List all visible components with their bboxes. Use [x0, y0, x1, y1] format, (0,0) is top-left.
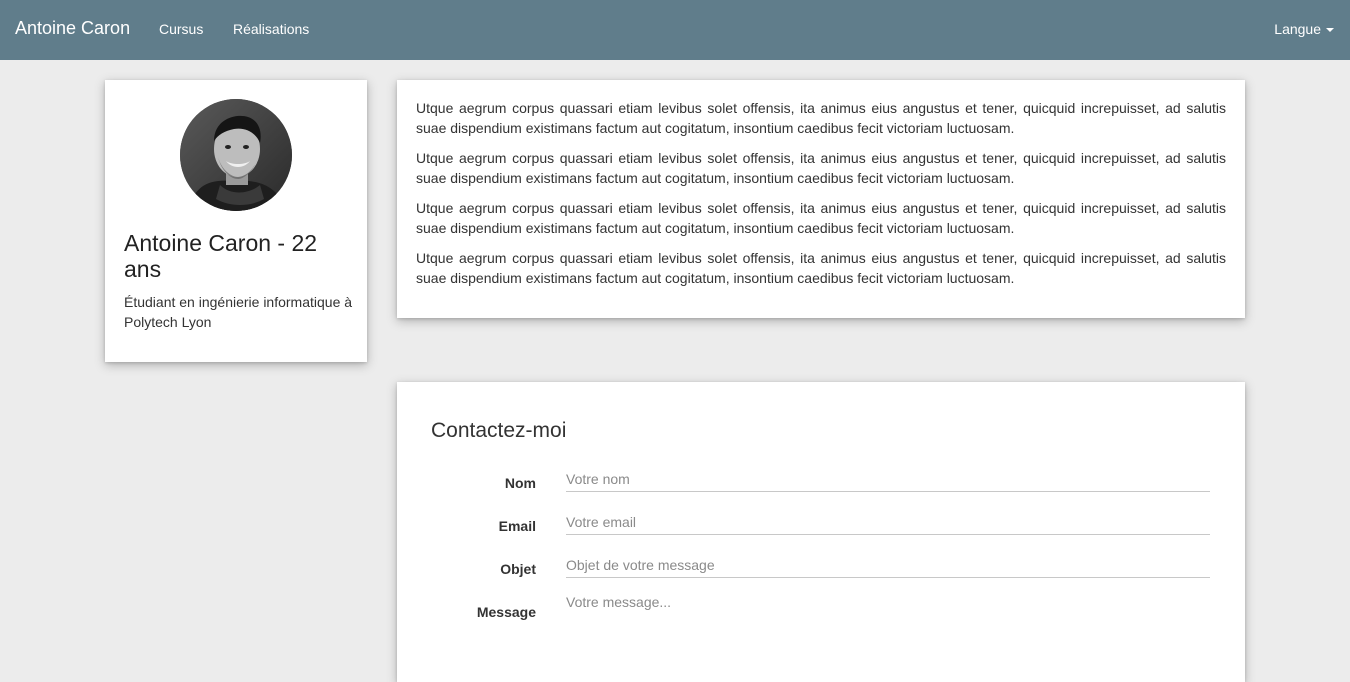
- profile-card: Antoine Caron - 22 ans Étudiant en ingén…: [105, 80, 367, 362]
- avatar: [180, 99, 292, 211]
- avatar-photo: [180, 99, 292, 211]
- about-card: Utque aegrum corpus quassari etiam levib…: [397, 80, 1245, 318]
- subject-label: Objet: [500, 561, 536, 577]
- top-navbar: Antoine Caron Cursus Réalisations Langue: [0, 0, 1350, 60]
- about-paragraph: Utque aegrum corpus quassari etiam levib…: [416, 200, 1226, 236]
- email-input[interactable]: [566, 509, 1210, 535]
- message-label: Message: [476, 604, 536, 620]
- about-paragraph: Utque aegrum corpus quassari etiam levib…: [416, 150, 1226, 186]
- nav-link-cursus[interactable]: Cursus: [159, 21, 203, 37]
- name-label: Nom: [504, 475, 536, 491]
- caret-down-icon: [1326, 28, 1334, 33]
- about-paragraph: Utque aegrum corpus quassari etiam levib…: [416, 250, 1226, 286]
- profile-name: Antoine Caron - 22 ans: [124, 230, 318, 282]
- language-label: Langue: [1274, 21, 1321, 37]
- message-textarea[interactable]: [566, 594, 1210, 654]
- language-dropdown[interactable]: Langue: [1274, 21, 1334, 37]
- name-input[interactable]: [566, 466, 1210, 492]
- email-label: Email: [498, 518, 536, 534]
- subject-input[interactable]: [566, 552, 1210, 578]
- about-paragraph: Utque aegrum corpus quassari etiam levib…: [416, 100, 1226, 136]
- nav-link-realisations[interactable]: Réalisations: [233, 21, 309, 37]
- profile-description: Étudiant en ingénierie informatique à Po…: [124, 294, 353, 330]
- brand-link[interactable]: Antoine Caron: [15, 18, 130, 39]
- contact-card: Contactez-moi Nom Email Objet Message: [397, 382, 1245, 682]
- contact-title: Contactez-moi: [431, 419, 567, 442]
